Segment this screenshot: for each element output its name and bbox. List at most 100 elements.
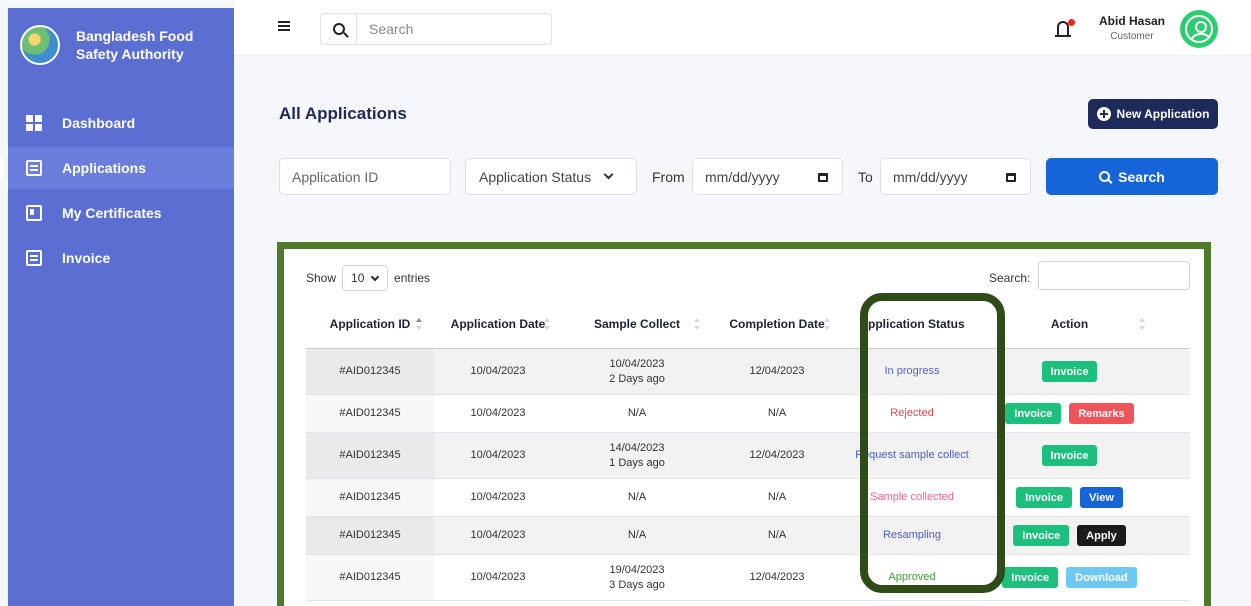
column-header-sample-collect[interactable]: Sample Collect [562, 299, 712, 348]
chevron-down-icon [603, 169, 614, 180]
invoice-button[interactable]: Invoice [1005, 403, 1062, 424]
table-row: #AID012345 10/04/2023 19/04/2023 3 Days … [306, 555, 1190, 601]
invoice-button[interactable]: Invoice [1041, 445, 1098, 466]
from-date-value: mm/dd/yyyy [705, 168, 780, 185]
invoice-button[interactable]: Invoice [1041, 361, 1098, 382]
show-label: Show [306, 271, 337, 285]
notification-dot [1068, 19, 1075, 26]
column-header-application-status[interactable]: Application Status [842, 299, 982, 348]
invoice-button[interactable]: Invoice [1013, 525, 1070, 546]
sidebar: Bangladesh Food Safety Authority Dashboa… [0, 8, 234, 606]
search-icon-cell[interactable] [321, 14, 357, 44]
invoice-button[interactable]: Invoice [1002, 567, 1059, 588]
page-title: All Applications [279, 104, 407, 123]
cell-application-id: #AID012345 [306, 517, 434, 554]
brand[interactable]: Bangladesh Food Safety Authority [8, 8, 234, 82]
cell-completion-date: 12/04/2023 [749, 449, 805, 461]
cell-sample-collect: N/A [562, 395, 712, 432]
cell-application-id: #AID012345 [306, 433, 434, 478]
cell-application-date: 10/04/2023 [470, 571, 526, 583]
calendar-icon[interactable] [1006, 173, 1016, 182]
application-status-select[interactable]: Application Status [465, 158, 637, 195]
sample-date: 10/04/2023 [609, 357, 665, 370]
cell-completion-date: N/A [767, 407, 787, 419]
bfsa-logo-icon [20, 25, 60, 65]
application-id-field[interactable]: Application ID [279, 158, 451, 195]
global-search [320, 13, 552, 45]
user-avatar-icon [1185, 15, 1213, 43]
table-row: #AID012345 10/04/2023 N/A N/A Rejected I… [306, 395, 1190, 433]
cell-application-status: Sample collected [870, 491, 954, 503]
application-id-placeholder: Application ID [292, 168, 379, 185]
global-search-input[interactable] [357, 21, 547, 37]
table-row: #AID012345 10/04/2023 N/A N/A Sample col… [306, 479, 1190, 517]
sample-date: N/A [627, 491, 647, 503]
from-label: From [652, 169, 685, 185]
sample-date: N/A [627, 529, 647, 541]
cell-application-id: #AID012345 [306, 349, 434, 394]
invoice-button[interactable]: Invoice [1016, 487, 1073, 508]
view-button[interactable]: View [1080, 487, 1123, 508]
cell-sample-collect: 19/04/2023 3 Days ago [562, 555, 712, 600]
cell-completion-date: 12/04/2023 [749, 365, 805, 377]
user-name: Abid Hasan [1098, 14, 1165, 28]
search-button[interactable]: Search [1046, 158, 1218, 195]
table-search-input[interactable] [1038, 261, 1190, 290]
column-header-application-id[interactable]: Application ID [306, 299, 434, 348]
user-info[interactable]: Abid Hasan Customer [1084, 14, 1180, 42]
search-icon [1099, 171, 1111, 182]
cell-action: Invoice View [982, 479, 1157, 516]
search-icon [332, 23, 345, 35]
from-date-field[interactable]: mm/dd/yyyy [692, 158, 843, 195]
avatar[interactable] [1180, 10, 1218, 48]
sample-date: 14/04/2023 [609, 441, 665, 454]
apply-button[interactable]: Apply [1077, 525, 1126, 546]
sort-icon [416, 318, 422, 330]
calendar-icon[interactable] [818, 173, 828, 182]
remarks-button[interactable]: Remarks [1069, 403, 1134, 424]
new-application-button[interactable]: New Application [1088, 99, 1218, 129]
sample-ago: 3 Days ago [609, 578, 665, 591]
applications-icon [26, 160, 42, 176]
cell-application-id: #AID012345 [306, 395, 434, 432]
cell-application-id: #AID012345 [306, 555, 434, 600]
sidebar-item-certificates[interactable]: My Certificates [8, 192, 234, 234]
table-row: #AID012345 10/04/2023 10/04/2023 2 Days … [306, 349, 1190, 395]
cell-completion-date: N/A [767, 491, 787, 503]
column-header-application-date[interactable]: Application Date [434, 299, 562, 348]
sample-ago: 1 Days ago [609, 456, 665, 469]
to-date-field[interactable]: mm/dd/yyyy [880, 158, 1031, 195]
sidebar-item-applications[interactable]: Applications [0, 147, 234, 189]
page-length-control: Show 10 entries [306, 265, 430, 291]
cell-application-date: 10/04/2023 [470, 449, 526, 461]
sidebar-item-invoice[interactable]: Invoice [8, 237, 234, 279]
sidebar-item-dashboard[interactable]: Dashboard [8, 102, 234, 144]
cell-action: Invoice Download [982, 555, 1157, 600]
table-row: #AID012345 10/04/2023 14/04/2023 1 Days … [306, 433, 1190, 479]
cell-application-date: 10/04/2023 [470, 407, 526, 419]
cell-action: Invoice Apply [982, 517, 1157, 554]
certificate-icon [26, 205, 42, 221]
sidebar-item-label: Applications [62, 160, 147, 176]
column-header-action[interactable]: Action [982, 299, 1157, 348]
application-status-value: Application Status [479, 168, 592, 185]
cell-completion-date: N/A [767, 529, 787, 541]
applications-table-card: Show 10 entries Search: Application ID A… [277, 242, 1211, 606]
cell-sample-collect: 14/04/2023 1 Days ago [562, 433, 712, 478]
sample-ago: 2 Days ago [609, 372, 665, 385]
cell-action: Invoice Remarks [982, 395, 1157, 432]
cell-application-status: In progress [884, 365, 940, 377]
menu-toggle-icon[interactable] [278, 21, 290, 31]
to-label: To [858, 169, 873, 185]
search-button-label: Search [1118, 168, 1165, 185]
brand-name: Bangladesh Food Safety Authority [76, 28, 194, 62]
download-button[interactable]: Download [1066, 567, 1137, 588]
cell-application-date: 10/04/2023 [470, 529, 526, 541]
chevron-down-icon [371, 272, 380, 281]
cell-application-id: #AID012345 [306, 479, 434, 516]
page-length-select[interactable]: 10 [342, 265, 389, 291]
cell-sample-collect: 10/04/2023 2 Days ago [562, 349, 712, 394]
applications-table: Application ID Application Date Sample C… [306, 299, 1190, 601]
sidebar-nav: Dashboard Applications My Certificates I… [0, 102, 234, 279]
column-header-completion-date[interactable]: Completion Date [712, 299, 842, 348]
